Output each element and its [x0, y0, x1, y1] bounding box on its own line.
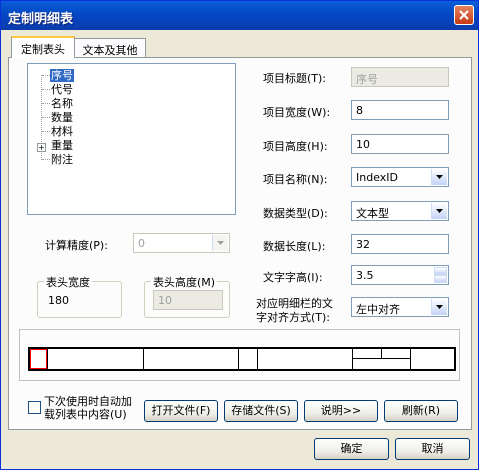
title-bar[interactable]: 定制明细表	[1, 1, 478, 30]
spin-up-icon[interactable]	[434, 267, 447, 275]
header-height-group: 表头高度(M) 10	[144, 274, 230, 318]
help-button[interactable]: 说明>>	[304, 400, 378, 422]
chevron-down-icon[interactable]	[431, 299, 447, 315]
tree-item[interactable]: 名称	[50, 97, 74, 110]
header-width-group: 表头宽度 180	[37, 274, 122, 318]
header-width-value: 180	[48, 294, 69, 307]
chevron-down-icon[interactable]	[431, 169, 447, 185]
item-title-field[interactable]: 序号	[351, 67, 449, 87]
refresh-button[interactable]: 刷新(R)	[384, 400, 458, 422]
precision-label: 计算精度(P):	[45, 239, 108, 252]
item-height-label: 项目高度(H):	[263, 140, 328, 153]
header-width-title: 表头宽度	[44, 274, 92, 290]
tree-item[interactable]: 材料	[50, 125, 74, 138]
data-type-label: 数据类型(D):	[263, 207, 328, 220]
item-height-field[interactable]: 10	[351, 134, 449, 154]
chevron-down-icon[interactable]	[212, 235, 228, 251]
font-height-spinner[interactable]: 3.5	[351, 265, 449, 285]
open-file-button[interactable]: 打开文件(F)	[144, 400, 218, 422]
close-icon	[459, 10, 469, 20]
tab-custom-header[interactable]: 定制表头	[11, 36, 75, 58]
expand-icon[interactable]: +	[37, 143, 46, 152]
data-length-label: 数据长度(L):	[263, 240, 326, 253]
header-height-title: 表头高度(M)	[151, 274, 218, 290]
preview-selected-cell[interactable]	[30, 349, 47, 369]
tree-item[interactable]: 数量	[50, 111, 74, 124]
data-length-field[interactable]: 32	[351, 234, 449, 254]
tree-item[interactable]: 重量	[50, 139, 74, 152]
auto-load-label-line2: 载列表中内容(U)	[44, 408, 127, 421]
item-width-label: 项目宽度(W):	[263, 106, 331, 119]
tree-item[interactable]: 序号	[50, 69, 74, 82]
item-name-label: 项目名称(N):	[263, 173, 328, 186]
auto-load-checkbox[interactable]	[28, 401, 41, 414]
header-preview-table[interactable]	[28, 347, 456, 371]
tree-item[interactable]: 代号	[50, 83, 74, 96]
align-select[interactable]: 左中对齐	[351, 297, 449, 317]
spin-down-icon[interactable]	[434, 275, 447, 283]
header-items-tree[interactable]: + 序号 代号 名称 数量 材料 重量 附注	[27, 63, 236, 215]
tree-item[interactable]: 附注	[50, 153, 74, 166]
window-title: 定制明细表	[8, 12, 74, 27]
header-height-field[interactable]: 10	[153, 290, 223, 310]
font-height-label: 文字字高(I):	[263, 271, 323, 284]
tab-text-and-other[interactable]: 文本及其他	[74, 38, 146, 58]
cancel-button[interactable]: 取消	[395, 438, 470, 460]
precision-select[interactable]: 0	[133, 233, 230, 253]
item-title-label: 项目标题(T):	[263, 72, 327, 85]
item-name-select[interactable]: IndexID	[351, 167, 449, 187]
close-button[interactable]	[454, 5, 474, 25]
item-width-field[interactable]: 8	[351, 100, 449, 120]
chevron-down-icon[interactable]	[431, 203, 447, 219]
save-file-button[interactable]: 存储文件(S)	[224, 400, 298, 422]
dialog-window: 定制明细表 定制表头 文本及其他 + 序号 代号 名称 数量 材料 重量 附注 …	[0, 0, 479, 470]
data-type-select[interactable]: 文本型	[351, 201, 449, 221]
ok-button[interactable]: 确定	[314, 438, 389, 460]
align-label-line2: 字对齐方式(T):	[256, 311, 331, 324]
